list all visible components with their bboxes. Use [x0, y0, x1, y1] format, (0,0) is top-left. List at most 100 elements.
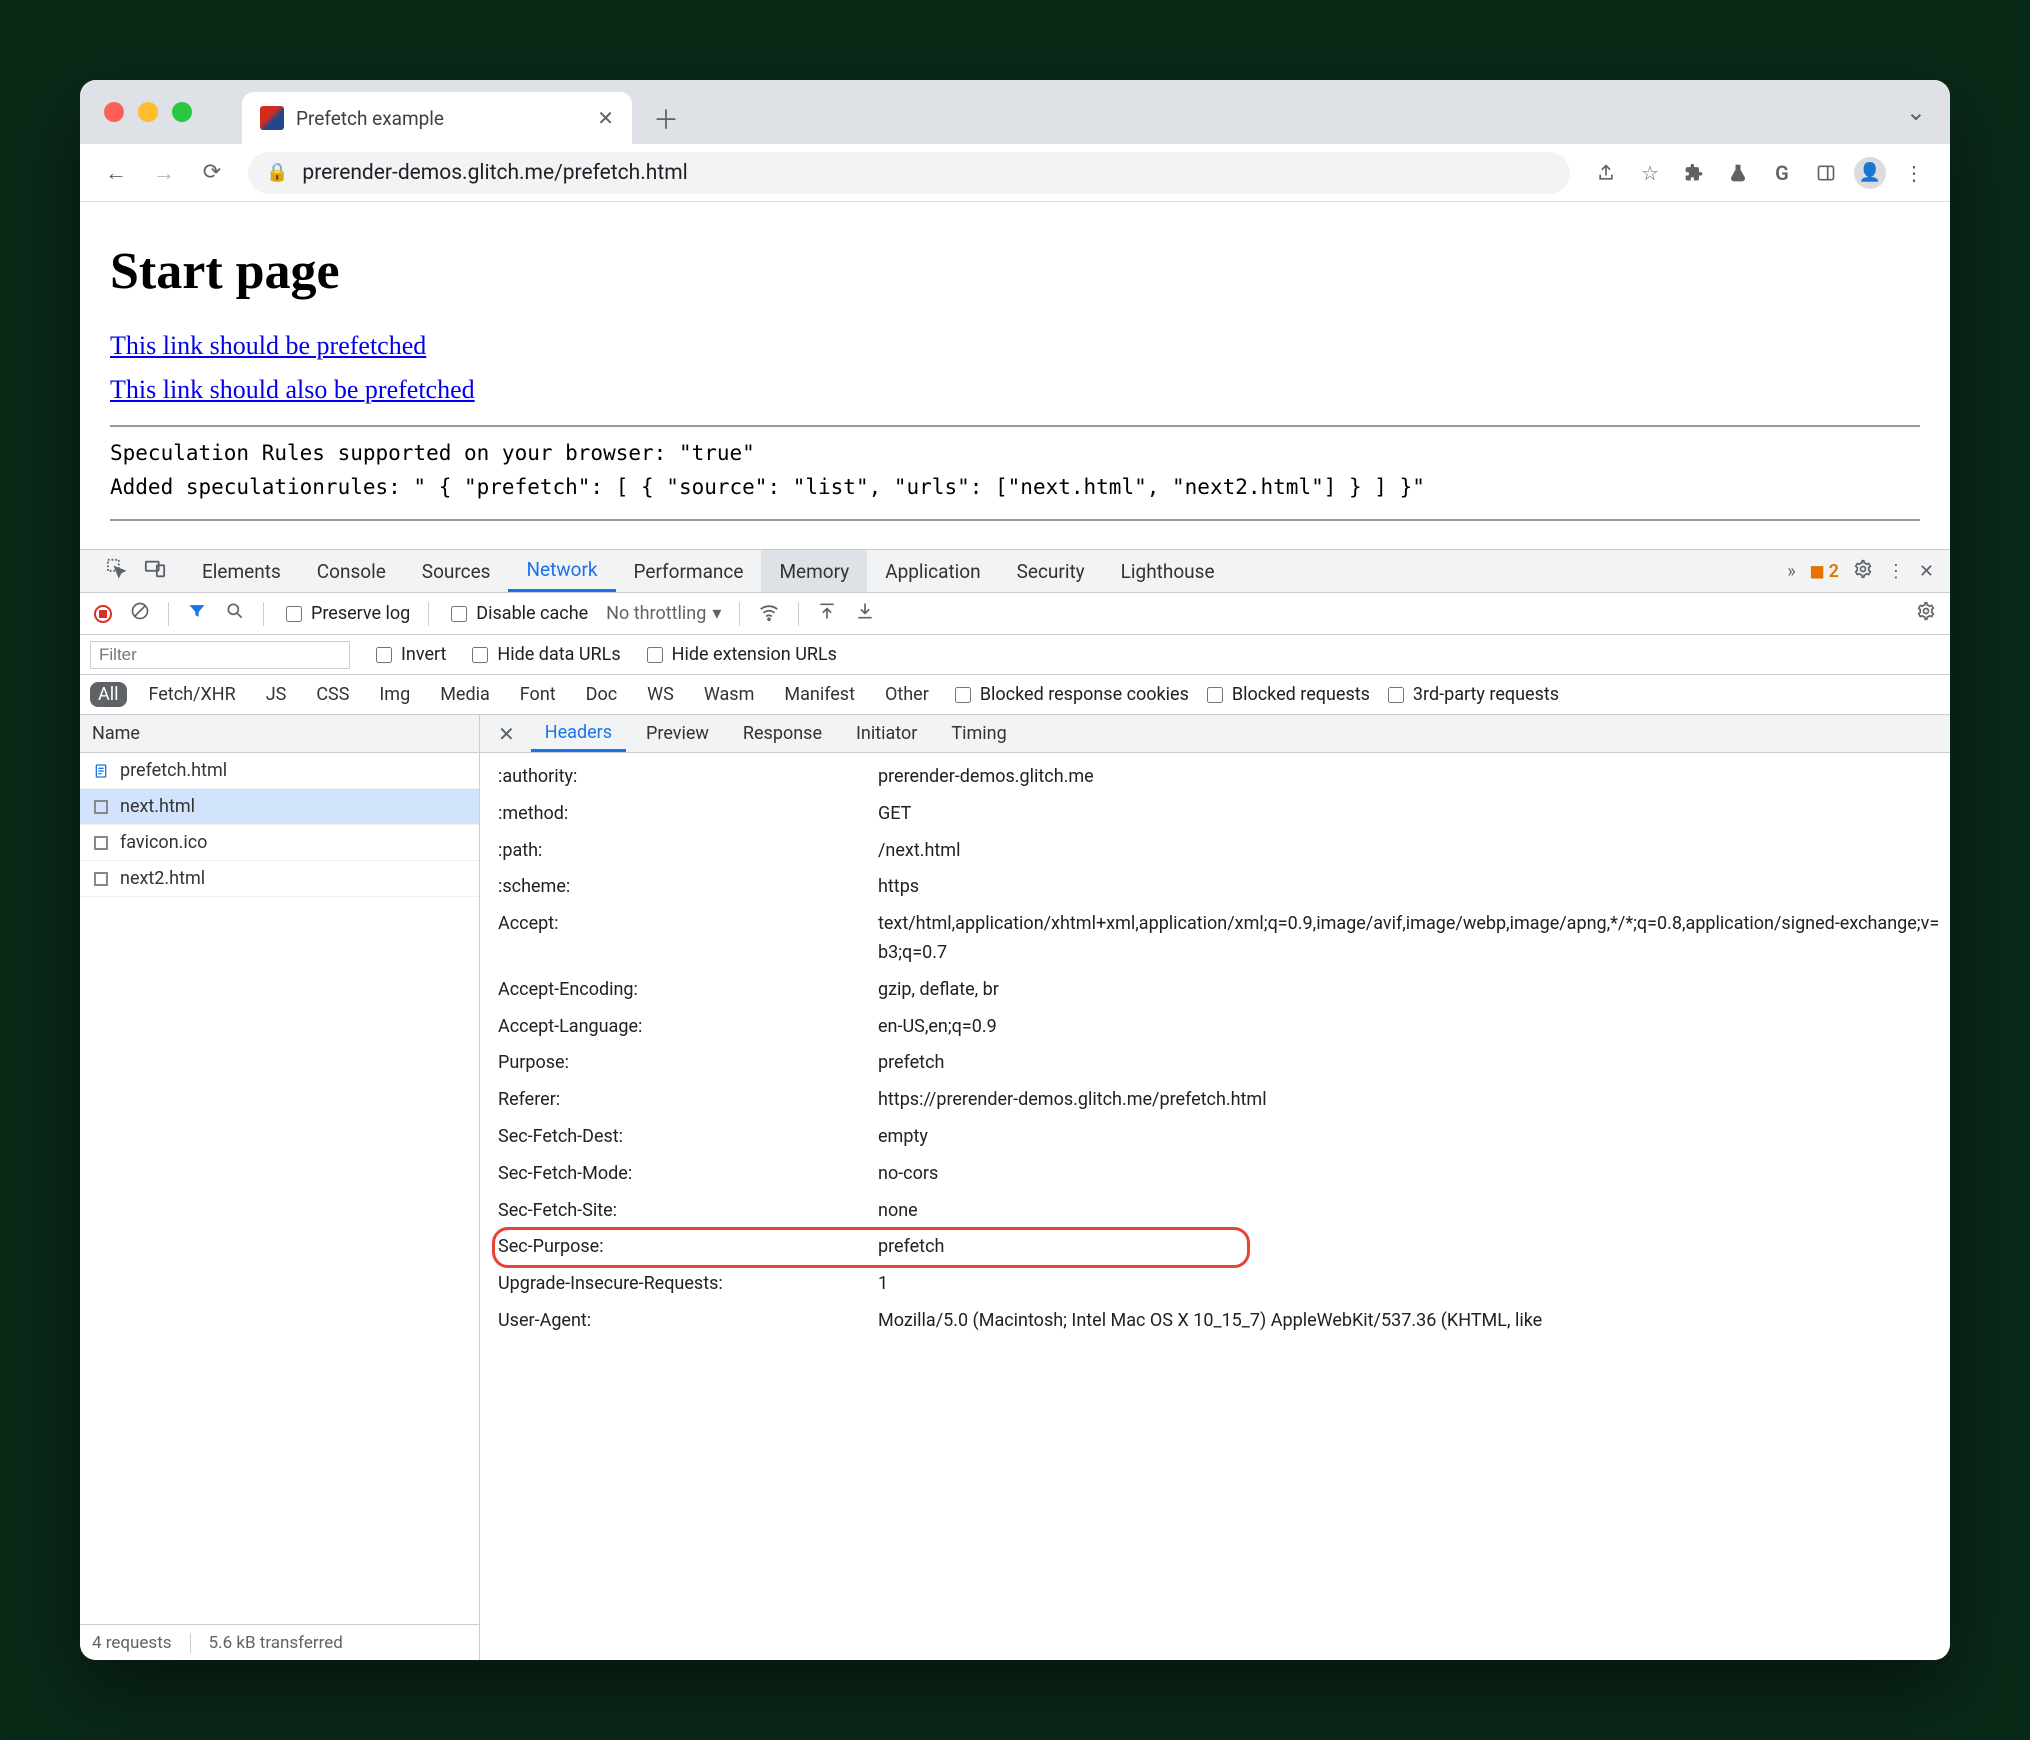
share-button[interactable]	[1586, 153, 1626, 193]
devtools-tabs: Elements Console Sources Network Perform…	[80, 550, 1950, 593]
detail-tab-response[interactable]: Response	[729, 715, 836, 752]
bookmark-button[interactable]: ☆	[1630, 153, 1670, 193]
maximize-window-button[interactable]	[172, 102, 192, 122]
tab-performance[interactable]: Performance	[616, 550, 762, 592]
clear-button[interactable]	[130, 601, 150, 626]
new-tab-button[interactable]: ＋	[646, 98, 686, 138]
filter-input[interactable]	[90, 641, 350, 669]
type-filter-all[interactable]: All	[90, 682, 127, 707]
devtools-settings-button[interactable]	[1853, 559, 1873, 584]
devtools-close-button[interactable]: ✕	[1919, 561, 1934, 582]
tabs-overflow-button[interactable]: ⌄	[1906, 98, 1926, 126]
address-bar[interactable]: 🔒 prerender-demos.glitch.me/prefetch.htm…	[248, 152, 1570, 194]
browser-tab[interactable]: Prefetch example ✕	[242, 92, 632, 144]
request-name: next.html	[120, 796, 195, 817]
header-value: prefetch	[878, 1233, 1940, 1262]
request-list-header: Name	[80, 715, 479, 753]
network-conditions-button[interactable]	[758, 600, 780, 627]
preserve-log-checkbox[interactable]: Preserve log	[282, 603, 410, 625]
request-row[interactable]: favicon.ico	[80, 825, 479, 861]
network-settings-button[interactable]	[1916, 601, 1936, 626]
device-toolbar-button[interactable]	[144, 558, 166, 585]
export-har-button[interactable]	[817, 601, 837, 626]
header-key: Sec-Purpose:	[498, 1233, 878, 1262]
type-filter-doc[interactable]: Doc	[578, 682, 626, 707]
avatar-icon: 👤	[1854, 157, 1886, 189]
network-toolbar: Preserve log Disable cache No throttling…	[80, 593, 1950, 635]
google-apps-button[interactable]: G	[1762, 153, 1802, 193]
header-value: GET	[878, 800, 1940, 829]
type-filter-media[interactable]: Media	[432, 682, 498, 707]
filter-toggle-button[interactable]	[187, 601, 207, 626]
minimize-window-button[interactable]	[138, 102, 158, 122]
inspect-element-button[interactable]	[106, 558, 128, 585]
tab-console[interactable]: Console	[299, 550, 404, 592]
network-main: Name prefetch.html next.html favicon.icone…	[80, 715, 1950, 1660]
hide-extension-urls-checkbox[interactable]: Hide extension URLs	[643, 644, 837, 666]
toolbar-actions: ☆ G 👤 ⋮	[1586, 153, 1934, 193]
disable-cache-checkbox[interactable]: Disable cache	[447, 603, 588, 625]
warnings-badge[interactable]: ◼ 2	[1810, 561, 1839, 582]
record-button[interactable]	[94, 605, 112, 623]
more-tabs-button[interactable]: »	[1787, 561, 1795, 582]
header-key: Sec-Fetch-Mode:	[498, 1160, 878, 1189]
tab-sources[interactable]: Sources	[404, 550, 509, 592]
header-value: text/html,application/xhtml+xml,applicat…	[878, 910, 1940, 968]
blocked-requests-checkbox[interactable]: Blocked requests	[1203, 684, 1370, 706]
header-key: Accept-Encoding:	[498, 976, 878, 1005]
request-row[interactable]: prefetch.html	[80, 753, 479, 789]
back-button[interactable]: ←	[96, 153, 136, 193]
profile-button[interactable]: 👤	[1850, 153, 1890, 193]
tab-application[interactable]: Application	[867, 550, 998, 592]
third-party-checkbox[interactable]: 3rd-party requests	[1384, 684, 1559, 706]
blocked-cookies-checkbox[interactable]: Blocked response cookies	[951, 684, 1189, 706]
type-filter-fetch[interactable]: Fetch/XHR	[141, 682, 244, 707]
headers-list: :authority:prerender-demos.glitch.me:met…	[480, 753, 1950, 1660]
detail-tab-headers[interactable]: Headers	[531, 715, 626, 752]
tab-security[interactable]: Security	[999, 550, 1103, 592]
tab-elements[interactable]: Elements	[184, 550, 299, 592]
side-panel-button[interactable]	[1806, 153, 1846, 193]
header-key: :method:	[498, 800, 878, 829]
detail-tab-preview[interactable]: Preview	[632, 715, 723, 752]
browser-window: Prefetch example ✕ ＋ ⌄ ← → ⟳ 🔒 prerender…	[80, 80, 1950, 1660]
labs-button[interactable]	[1718, 153, 1758, 193]
prefetch-link-1[interactable]: This link should be prefetched	[110, 331, 426, 360]
request-row[interactable]: next2.html	[80, 861, 479, 897]
detail-tab-timing[interactable]: Timing	[937, 715, 1020, 752]
prefetch-link-2[interactable]: This link should also be prefetched	[110, 375, 475, 404]
reload-button[interactable]: ⟳	[192, 153, 232, 193]
close-window-button[interactable]	[104, 102, 124, 122]
detail-tab-initiator[interactable]: Initiator	[842, 715, 931, 752]
tab-lighthouse[interactable]: Lighthouse	[1103, 550, 1233, 592]
type-filter-manifest[interactable]: Manifest	[776, 682, 863, 707]
resource-icon	[92, 798, 110, 816]
tab-memory[interactable]: Memory	[761, 550, 867, 592]
type-filter-css[interactable]: CSS	[308, 682, 357, 707]
type-filter-js[interactable]: JS	[258, 682, 295, 707]
forward-button[interactable]: →	[144, 153, 184, 193]
type-filter-font[interactable]: Font	[512, 682, 564, 707]
request-row[interactable]: next.html	[80, 789, 479, 825]
tab-network[interactable]: Network	[508, 550, 615, 592]
invert-checkbox[interactable]: Invert	[372, 644, 446, 666]
browser-menu-button[interactable]: ⋮	[1894, 153, 1934, 193]
import-har-button[interactable]	[855, 601, 875, 626]
extensions-button[interactable]	[1674, 153, 1714, 193]
type-filter-wasm[interactable]: Wasm	[696, 682, 763, 707]
header-row: User-Agent:Mozilla/5.0 (Macintosh; Intel…	[488, 1303, 1950, 1340]
type-filter-other[interactable]: Other	[877, 682, 937, 707]
network-type-filters: All Fetch/XHR JS CSS Img Media Font Doc …	[80, 675, 1950, 715]
type-filter-img[interactable]: Img	[371, 682, 418, 707]
resource-icon	[92, 834, 110, 852]
close-tab-button[interactable]: ✕	[597, 106, 614, 130]
header-value: empty	[878, 1123, 1940, 1152]
close-detail-button[interactable]: ✕	[488, 722, 525, 746]
header-row: Accept:text/html,application/xhtml+xml,a…	[488, 906, 1950, 972]
devtools-menu-button[interactable]: ⋮	[1887, 561, 1905, 582]
search-button[interactable]	[225, 601, 245, 626]
hide-data-urls-checkbox[interactable]: Hide data URLs	[468, 644, 620, 666]
document-icon	[92, 762, 110, 780]
type-filter-ws[interactable]: WS	[639, 682, 682, 707]
throttling-select[interactable]: No throttling ▾	[606, 603, 721, 624]
